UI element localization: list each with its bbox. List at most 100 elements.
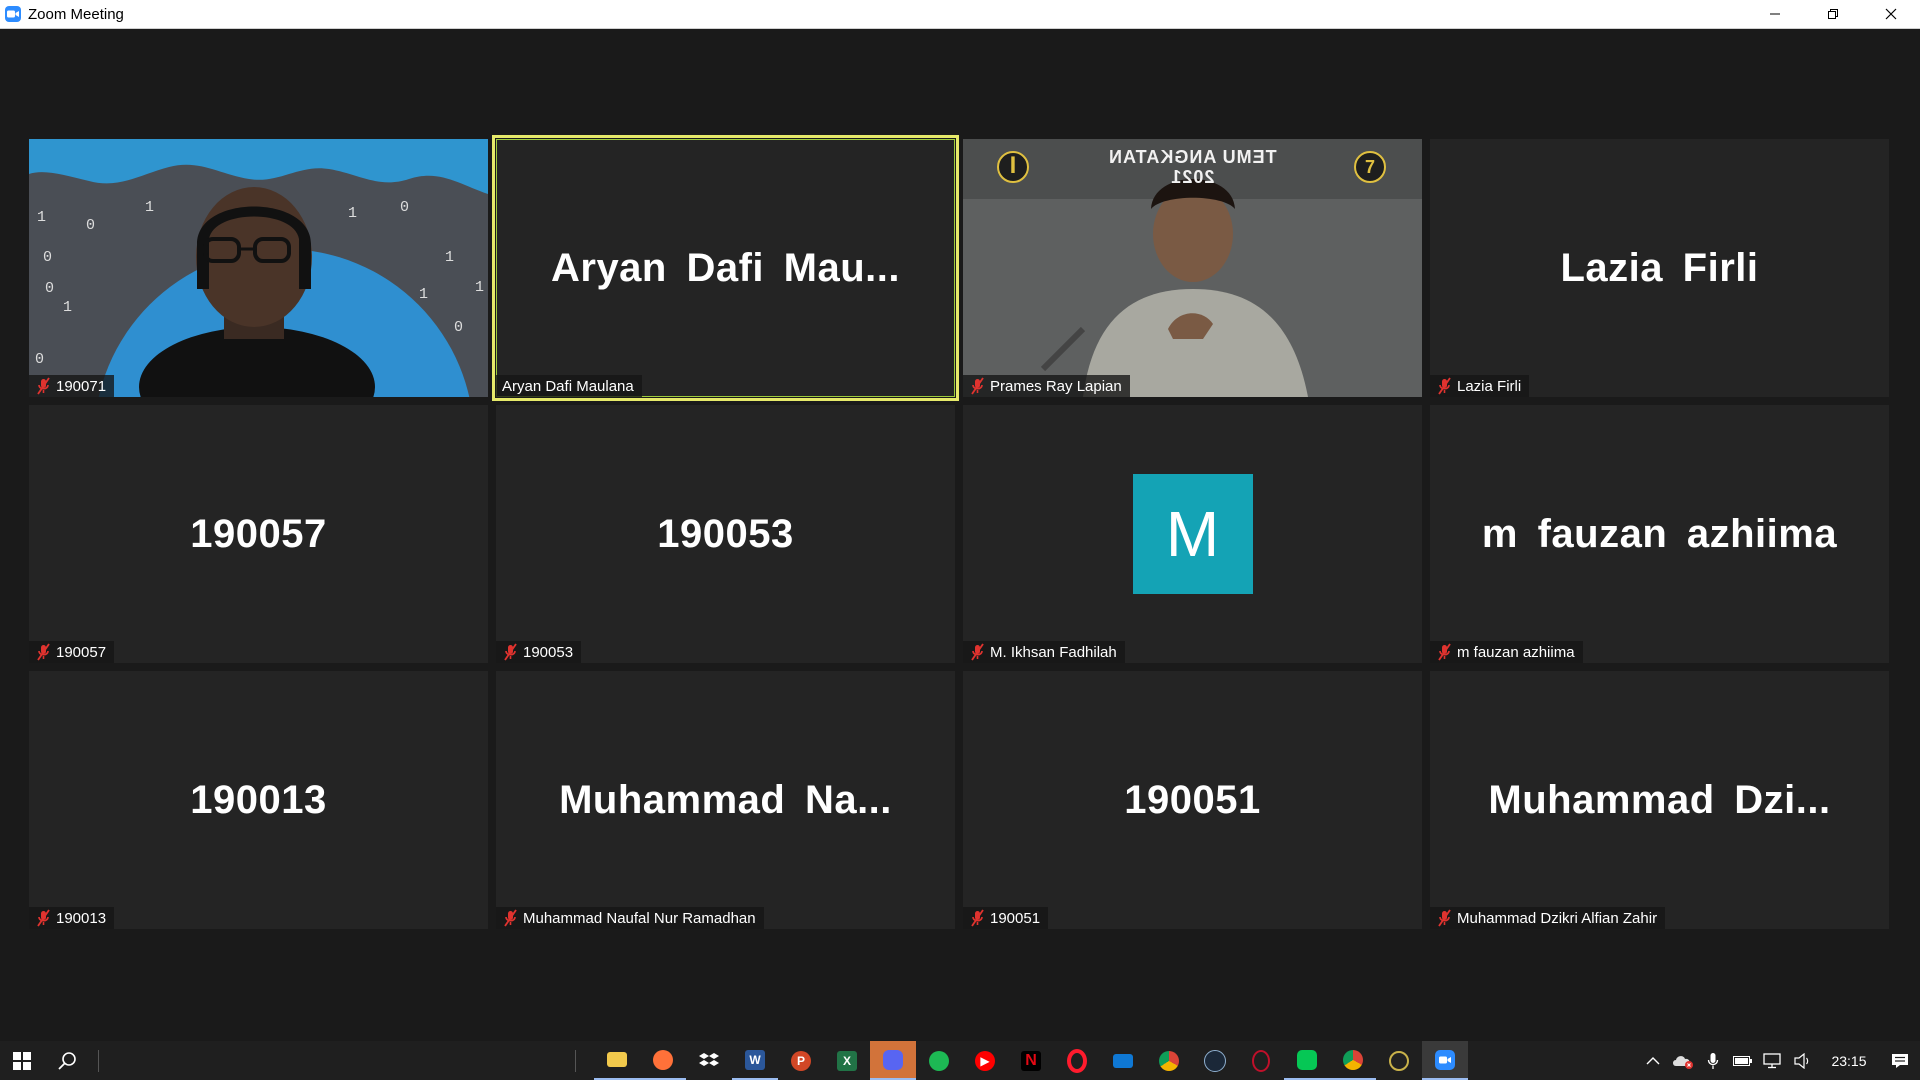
participant-name: Prames Ray Lapian [990,377,1122,395]
participant-tile-video[interactable]: ꟾ 7 TEMU ANGKATAN 2021 Prames Ray Lapian [963,139,1422,397]
banner-logo-left: ꟾ [997,151,1029,183]
taskbar-steam[interactable] [1192,1041,1238,1080]
participant-caption: Aryan Dafi Maulana [496,375,642,397]
participant-tile-active-speaker[interactable]: Aryan Dafi Mau... Aryan Dafi Maulana [492,135,959,401]
mic-muted-icon [1438,909,1451,927]
binary-digit: 0 [400,199,410,216]
binary-digit: 1 [63,299,73,316]
taskbar-line[interactable] [1284,1041,1330,1080]
taskbar-spotify[interactable] [916,1041,962,1080]
taskbar-mail[interactable] [1100,1041,1146,1080]
participant-display-name: Aryan Dafi Mau... [550,245,900,290]
restore-button[interactable] [1804,0,1862,29]
battery-icon [1733,1055,1752,1066]
participant-display-name: 190051 [1124,777,1261,822]
mic-muted-icon [1438,377,1451,395]
taskbar-chrome[interactable] [1146,1041,1192,1080]
opera-gx-icon [1252,1049,1270,1072]
participant-caption: 190051 [963,907,1049,929]
participant-tile[interactable]: 190057 190057 [29,405,488,663]
binary-digit: 0 [454,319,464,336]
banner-logo-right: 7 [1354,151,1386,183]
taskbar-divider [575,1049,576,1072]
youtube-icon: ▶ [975,1050,995,1071]
participant-display-name: 190013 [190,777,327,822]
minimize-button[interactable] [1746,0,1804,29]
mic-muted-icon [37,909,50,927]
powerpoint-icon: P [791,1050,811,1071]
notification-icon [1892,1053,1908,1068]
start-button[interactable] [0,1041,44,1080]
participant-tile-video[interactable]: 1 0 1 0 1 0 1 1 0 0 0 1 1 190071 [29,139,488,397]
video-banner-text: TEMU ANGKATAN 2021 [1108,147,1277,187]
mic-muted-icon [37,377,50,395]
participant-tile[interactable]: Muhammad Dzi... Muhammad Dzikri Alfian Z… [1430,671,1889,929]
taskbar-dropbox[interactable] [686,1041,732,1080]
participant-display-name: Muhammad Na... [559,777,892,822]
taskbar-chrome-2[interactable] [1330,1041,1376,1080]
mail-icon [1113,1053,1133,1068]
participant-display-name: Lazia Firli [1560,245,1759,290]
participant-tile[interactable]: 190051 190051 [963,671,1422,929]
taskbar-powerpoint[interactable]: P [778,1041,824,1080]
taskbar-file-explorer[interactable] [594,1041,640,1080]
network-icon [1763,1052,1781,1068]
title-bar: Zoom Meeting [0,0,1920,29]
taskbar-excel[interactable]: X [824,1041,870,1080]
zoom-app-icon [5,6,21,22]
participant-caption: m fauzan azhiima [1430,641,1583,663]
opera-icon [1067,1048,1087,1073]
participant-name: M. Ikhsan Fadhilah [990,643,1117,661]
taskbar-opera[interactable] [1054,1041,1100,1080]
taskbar-netflix[interactable]: N [1008,1041,1054,1080]
taskbar-discord[interactable] [870,1041,916,1080]
taskbar-unknown-app[interactable] [1376,1041,1422,1080]
participant-display-name: 190057 [190,511,327,556]
mic-muted-icon [971,643,984,661]
taskbar-clock[interactable]: 23:15 [1818,1041,1880,1080]
taskbar-word[interactable]: W [732,1041,778,1080]
participant-name: 190057 [56,643,107,661]
binary-digit: 1 [348,205,358,222]
participant-display-name: Muhammad Dzi... [1488,777,1831,822]
participant-caption: 190057 [29,641,115,663]
tray-battery[interactable] [1728,1041,1758,1080]
gallery-grid: 1 0 1 0 1 0 1 1 0 0 0 1 1 190071 Aryan D… [29,135,1889,929]
tray-onedrive[interactable] [1668,1041,1698,1080]
tray-network[interactable] [1758,1041,1788,1080]
participant-tile[interactable]: Lazia Firli Lazia Firli [1430,139,1889,397]
search-button[interactable] [44,1041,90,1080]
participant-tile[interactable]: M M. Ikhsan Fadhilah [963,405,1422,663]
binary-digit: 1 [475,279,485,296]
tray-overflow-button[interactable] [1638,1041,1668,1080]
restore-icon [1828,9,1838,19]
participant-tile[interactable]: Muhammad Na... Muhammad Naufal Nur Ramad… [496,671,955,929]
chrome-2-icon [1343,1049,1363,1070]
chevron-up-icon [1646,1056,1660,1064]
close-button[interactable] [1862,0,1920,29]
binary-digit: 0 [35,351,45,368]
taskbar-opera-gx[interactable] [1238,1041,1284,1080]
participant-name: 190013 [56,909,107,927]
steam-icon [1204,1049,1226,1072]
cloud-error-icon [1673,1055,1693,1069]
participant-tile[interactable]: 190013 190013 [29,671,488,929]
unknown-app-icon [1389,1050,1409,1071]
taskbar-zoom[interactable] [1422,1041,1468,1080]
video-feed [29,139,488,397]
tray-volume[interactable] [1788,1041,1818,1080]
participant-tile[interactable]: m fauzan azhiima m fauzan azhiima [1430,405,1889,663]
action-center-button[interactable] [1880,1041,1920,1080]
participant-caption: 190053 [496,641,582,663]
tray-microphone[interactable] [1698,1041,1728,1080]
participant-name: 190071 [56,377,107,395]
firefox-icon [653,1049,673,1070]
participant-name: m fauzan azhiima [1457,643,1575,661]
participant-name: Lazia Firli [1457,377,1522,395]
mic-muted-icon [1438,643,1451,661]
participant-caption: 190013 [29,907,115,929]
taskbar-youtube[interactable]: ▶ [962,1041,1008,1080]
discord-icon [883,1049,903,1070]
participant-tile[interactable]: 190053 190053 [496,405,955,663]
taskbar-firefox[interactable] [640,1041,686,1080]
